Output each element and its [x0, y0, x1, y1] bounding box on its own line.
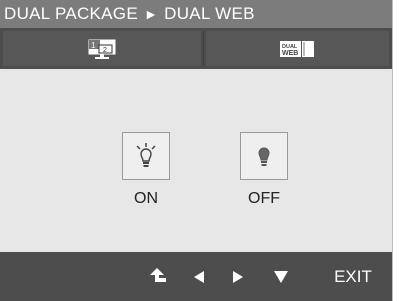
dual-web-icon: DUAL WEB: [279, 40, 314, 57]
title-page: DUAL WEB: [164, 4, 255, 23]
svg-text:WEB: WEB: [282, 50, 298, 57]
osd-menu: DUAL PACKAGE ► DUAL WEB 1 2 DUAL WEB ON …: [0, 0, 392, 301]
title-section: DUAL PACKAGE: [4, 4, 138, 23]
up-arrow-icon: [150, 267, 166, 282]
right-arrow-icon: [233, 270, 243, 283]
on-button[interactable]: [122, 132, 170, 180]
lightbulb-off-icon: [258, 147, 270, 166]
lightbulb-on-icon: [136, 143, 156, 167]
on-label: ON: [134, 190, 158, 207]
off-label: OFF: [248, 190, 280, 207]
tab-dual-screen[interactable]: 1 2: [3, 31, 201, 66]
down-arrow-icon: [274, 270, 288, 283]
option-off[interactable]: OFF: [240, 132, 290, 208]
down-button[interactable]: [269, 252, 293, 301]
title-separator-icon: ►: [143, 6, 159, 22]
options-panel: ON OFF: [0, 69, 392, 252]
up-button[interactable]: [145, 252, 171, 301]
tab-dual-web[interactable]: DUAL WEB: [206, 31, 389, 66]
dual-screen-icon: 1 2: [88, 39, 116, 59]
left-button[interactable]: [189, 252, 209, 301]
tab-divider: [203, 31, 204, 66]
off-button[interactable]: [240, 132, 288, 180]
right-button[interactable]: [228, 252, 248, 301]
tab-bar: 1 2 DUAL WEB: [0, 28, 392, 69]
option-on[interactable]: ON: [122, 132, 172, 208]
left-arrow-icon: [194, 270, 204, 283]
title-bar: DUAL PACKAGE ► DUAL WEB: [0, 0, 392, 28]
exit-button[interactable]: EXIT: [330, 252, 376, 301]
svg-text:1: 1: [91, 41, 96, 50]
svg-text:2: 2: [103, 47, 107, 54]
screen-edge: [392, 0, 400, 301]
navigation-bar: EXIT: [0, 252, 392, 301]
